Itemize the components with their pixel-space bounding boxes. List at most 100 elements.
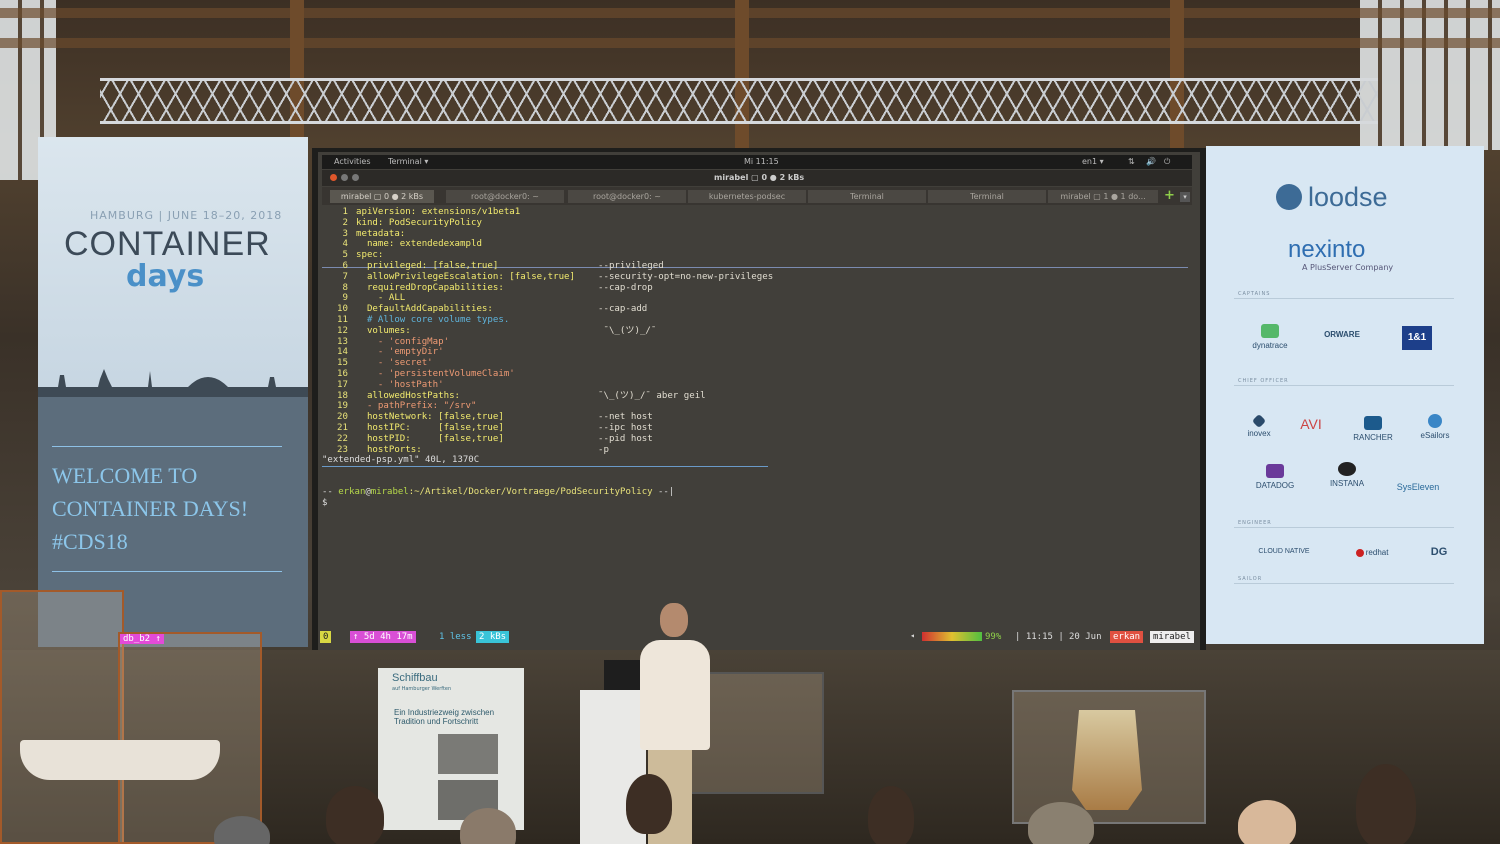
tmux-window[interactable]: 1 less <box>436 631 475 643</box>
code-line: hostNetwork: [false,true] <box>356 412 504 423</box>
docker-flag-annotation: ¯\_(ツ)_/¯ <box>598 325 657 336</box>
network-icon[interactable]: ⇅ <box>1128 157 1135 166</box>
sponsor-captain: ORWARE <box>1324 330 1360 339</box>
code-line: requiredDropCapabilities: <box>356 282 504 293</box>
line-number: 13 <box>337 336 348 347</box>
dynatrace-icon <box>1261 324 1279 338</box>
section-sailor: SAILOR <box>1238 576 1263 582</box>
sponsor-banner: loodse nexinto A PlusServer Company CAPT… <box>1206 146 1484 644</box>
audience-head <box>1238 800 1296 844</box>
vim-separator <box>322 466 768 467</box>
terminal-tab[interactable]: mirabel ▢ 1 ● 1 do... <box>1048 190 1158 203</box>
line-number: 12 <box>337 325 348 336</box>
docker-flag-annotation: --ipc host <box>598 423 653 433</box>
gnome-top-bar: Activities Terminal ▾ Mi 11:15 en1 ▾ ⇅ 🔊… <box>322 155 1192 169</box>
section-rule <box>1234 527 1454 528</box>
maximize-icon[interactable] <box>352 174 359 181</box>
sponsor-chief: SysEleven <box>1396 482 1440 492</box>
ship-model <box>20 740 220 780</box>
line-number: 17 <box>337 379 348 390</box>
sponsor-engineer: DG <box>1430 546 1448 558</box>
app-menu[interactable]: Terminal ▾ <box>388 157 428 166</box>
code-line: DefaultAddCapabilities: <box>356 304 493 315</box>
section-engineer: ENGINEER <box>1238 520 1272 526</box>
line-number: 16 <box>337 369 348 379</box>
clock[interactable]: Mi 11:15 <box>744 157 779 166</box>
new-tab-icon[interactable]: + <box>1164 189 1175 202</box>
line-number: 7 <box>342 271 348 282</box>
tmux-arrow-icon: ◂ <box>910 631 915 640</box>
terminal-tab[interactable]: Terminal <box>808 190 926 203</box>
line-number: 22 <box>337 433 348 444</box>
code-line: hostPID: [false,true] <box>356 433 504 444</box>
lighting-truss <box>100 78 1378 124</box>
battery-meter <box>922 632 982 641</box>
terminal-tab[interactable]: root@docker0: ~ <box>446 190 564 203</box>
docker-flag-annotation: --pid host <box>598 433 653 444</box>
tab-menu-chevron-down-icon[interactable]: ▾ <box>1180 192 1190 202</box>
code-line: metadata: <box>356 228 406 239</box>
code-line: - pathPrefix: "/srv" <box>356 401 477 412</box>
roof-beam <box>0 8 1500 18</box>
roof-rafter <box>735 0 749 150</box>
sponsor-chief: AVI <box>1300 416 1322 432</box>
tmux-segment: 0 <box>320 631 332 643</box>
activities-button[interactable]: Activities <box>334 157 371 166</box>
esailors-icon <box>1428 414 1442 428</box>
minimize-icon[interactable] <box>341 174 348 181</box>
close-icon[interactable] <box>330 174 337 181</box>
section-captains: CAPTAINS <box>1238 291 1271 297</box>
loodse-logo-icon <box>1276 184 1302 210</box>
window-title: mirabel ▢ 0 ● 2 kBs <box>714 173 805 182</box>
audience-head <box>326 786 384 844</box>
exhibit-photo <box>438 734 498 774</box>
code-line: - 'persistentVolumeClaim' <box>356 369 515 379</box>
exhibit-heading: Ein Industriezweig zwischen Tradition un… <box>394 708 495 726</box>
terminal-tab[interactable]: root@docker0: ~ <box>568 190 686 203</box>
terminal-tab[interactable]: mirabel ▢ 0 ● 2 kBs <box>330 190 434 203</box>
shell-dollar: $ <box>322 498 328 508</box>
line-number: 4 <box>342 239 348 250</box>
tmux-window[interactable]: 2 kBs <box>476 631 510 643</box>
shell-prompt[interactable]: -- erkan@mirabel:~/Artikel/Docker/Vortra… <box>322 487 674 497</box>
sponsor-chief: INSTANA <box>1320 462 1374 488</box>
volume-icon[interactable]: 🔊 <box>1146 157 1156 166</box>
sailing-ship-model <box>1072 710 1142 810</box>
section-rule <box>1234 583 1454 584</box>
terminal-titlebar: mirabel ▢ 0 ● 2 kBs <box>322 170 1192 186</box>
line-number: 10 <box>337 304 348 315</box>
tmux-time: | 11:15 | <box>1015 632 1064 642</box>
docker-flag-annotation: --cap-drop <box>598 282 653 293</box>
glass-showcase <box>690 672 824 794</box>
instana-icon <box>1338 462 1356 476</box>
audience-head <box>626 774 672 834</box>
speaker-head <box>660 603 688 637</box>
code-line: spec: <box>356 250 384 261</box>
sponsor-nexinto-sub: A PlusServer Company <box>1302 263 1394 272</box>
tmux-date: 20 Jun <box>1069 632 1102 642</box>
sponsor-chief: eSailors <box>1410 414 1460 440</box>
keyboard-layout[interactable]: en1 ▾ <box>1082 157 1104 166</box>
docker-flag-annotation: -p <box>598 444 609 455</box>
yaml-editor[interactable]: 1 apiVersion: extensions/v1beta1 2 kind: Po… <box>322 205 1192 465</box>
sponsor-loodse: loodse <box>1308 182 1388 212</box>
rancher-icon <box>1364 416 1382 430</box>
inovex-icon <box>1251 413 1267 429</box>
ship-model-showcase <box>0 590 124 844</box>
code-line: apiVersion: extensions/v1beta1 <box>356 207 521 217</box>
sponsor-chief: RANCHER <box>1346 416 1400 442</box>
banner-divider <box>52 446 282 447</box>
terminal-tab[interactable]: kubernetes-podsec <box>688 190 806 203</box>
code-line: - ALL <box>356 293 406 304</box>
sponsor-captain: 1&1 <box>1402 326 1432 350</box>
welcome-line: CONTAINER DAYS! <box>52 496 249 521</box>
power-icon[interactable]: ⏻ <box>1164 157 1170 167</box>
terminal-tabs: mirabel ▢ 0 ● 2 kBs root@docker0: ~ root… <box>322 187 1192 205</box>
datadog-icon <box>1266 464 1284 478</box>
code-line: hostIPC: [false,true] <box>356 423 504 433</box>
sponsor-nexinto: nexinto <box>1288 236 1366 263</box>
terminal-tab[interactable]: Terminal <box>928 190 1046 203</box>
exhibit-subtitle: auf Hamburger Werften <box>392 686 452 692</box>
tmux-status-bar: 0 ↑ 5d 4h 17m 1 less 2 kBs ◂ 99% | 11:15… <box>318 630 1200 644</box>
line-number: 23 <box>337 444 348 455</box>
